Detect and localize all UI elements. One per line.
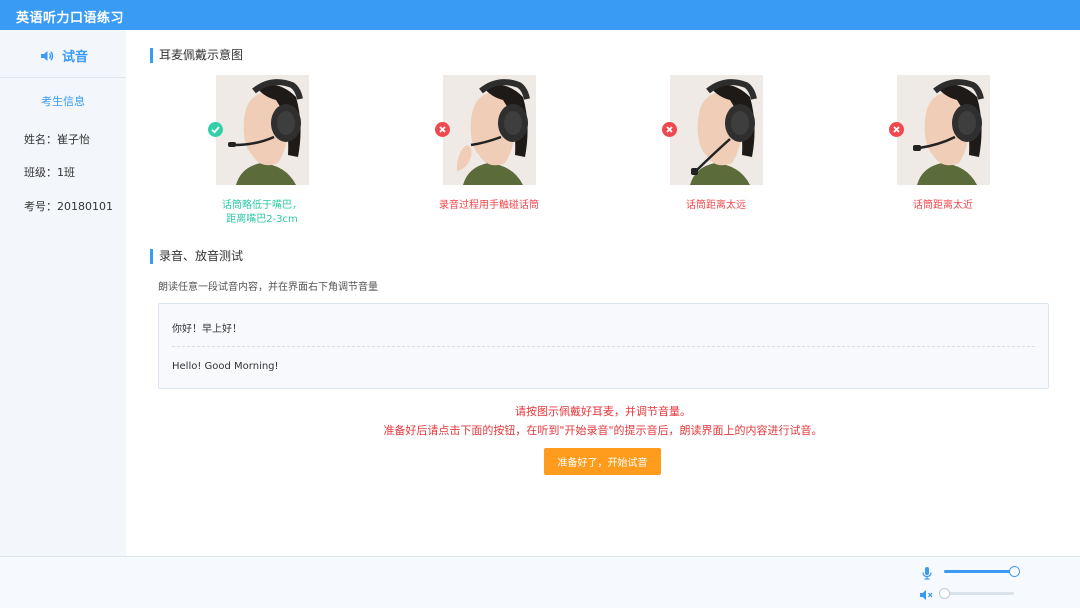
slider-handle[interactable] <box>939 588 950 599</box>
headset-photo-correct <box>216 75 309 185</box>
headset-caption-correct: 话筒略低于嘴巴， 距离嘴巴2-3cm <box>162 199 362 227</box>
check-icon <box>208 122 223 137</box>
student-id-row: 考号：20180101 <box>24 198 113 214</box>
notice-line-1: 请按图示佩戴好耳麦，并调节音量。 <box>515 405 691 418</box>
headset-photo-mic-too-far <box>670 75 763 185</box>
student-class-row: 班级：1班 <box>24 164 75 180</box>
slider-track <box>944 592 1014 595</box>
headset-caption-mic-too-far: 话筒距离太远 <box>616 199 816 213</box>
speaker-muted-icon <box>919 586 934 605</box>
top-bar: 英语听力口语练习 <box>0 0 1080 30</box>
sidebar-item-trial[interactable]: 试音 <box>0 30 126 78</box>
caption-line: 距离嘴巴2-3cm <box>226 214 298 225</box>
start-trial-button[interactable]: 准备好了，开始试音 <box>544 448 661 475</box>
error-icon <box>889 122 904 137</box>
caption-line: 话筒距离太近 <box>913 200 973 211</box>
headset-photo-touching-mic <box>443 75 536 185</box>
sidebar-item-label: 试音 <box>62 50 89 65</box>
microphone-icon <box>921 565 933 584</box>
student-class: 1班 <box>57 166 75 179</box>
slider-handle[interactable] <box>1009 566 1020 577</box>
student-name: 崔子怡 <box>57 133 90 146</box>
student-info-title: 考生信息 <box>41 95 85 108</box>
headset-caption-mic-too-close: 话筒距离太近 <box>843 199 1043 213</box>
reading-text-chinese: 你好！早上好！ <box>172 324 242 335</box>
error-icon <box>435 122 450 137</box>
error-icon <box>662 122 677 137</box>
student-id: 20180101 <box>57 200 113 213</box>
section-title-headset: 耳麦佩戴示意图 <box>150 48 243 63</box>
field-label: 姓名： <box>24 133 57 146</box>
speaker-icon <box>40 47 54 66</box>
field-label: 班级： <box>24 166 57 179</box>
caption-line: 话筒距离太远 <box>686 200 746 211</box>
test-instruction: 朗读任意一段试音内容，并在界面右下角调节音量 <box>158 282 378 293</box>
volume-footer <box>0 556 1080 608</box>
caption-line: 录音过程用手触碰话筒 <box>439 200 539 211</box>
divider <box>172 346 1035 347</box>
headset-caption-touching-mic: 录音过程用手触碰话筒 <box>389 199 589 213</box>
slider-fill <box>944 570 1014 573</box>
student-name-row: 姓名：崔子怡 <box>24 131 90 147</box>
reading-text-english: Hello! Good Morning! <box>172 361 279 372</box>
caption-line: 话筒略低于嘴巴， <box>222 200 302 211</box>
sidebar: 试音 考生信息 姓名：崔子怡 班级：1班 考号：20180101 <box>0 30 126 556</box>
notice-line-2: 准备好后请点击下面的按钮，在听到"开始录音"的提示音后，朗读界面上的内容进行试音… <box>383 424 823 437</box>
section-title-test: 录音、放音测试 <box>150 249 243 264</box>
headset-photo-mic-too-close <box>897 75 990 185</box>
app-title: 英语听力口语练习 <box>16 11 125 26</box>
field-label: 考号： <box>24 200 57 213</box>
main-content: 耳麦佩戴示意图 话筒略低于嘴巴， 距离嘴巴2-3cm 录音过程用手触碰话筒 话筒… <box>126 30 1080 556</box>
reading-content-box: 你好！早上好！ Hello! Good Morning! <box>158 303 1049 389</box>
